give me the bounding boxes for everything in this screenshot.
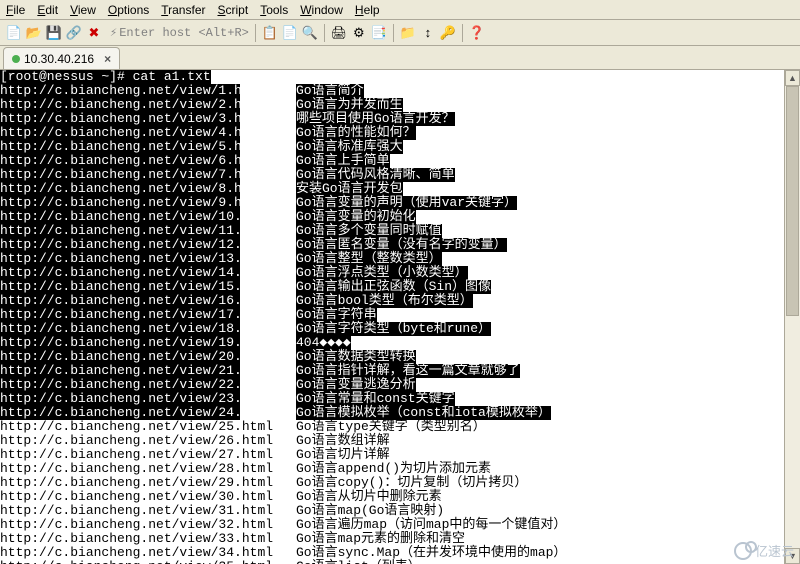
- menu-edit[interactable]: Edit: [37, 3, 58, 17]
- sessions-icon[interactable]: 📑: [371, 25, 387, 41]
- scroll-thumb[interactable]: [786, 86, 799, 316]
- terminal-line: http://c.biancheng.net/view/6.html Go语言上…: [0, 154, 800, 168]
- status-dot-icon: [12, 55, 20, 63]
- reconnect-icon[interactable]: 🔗: [66, 25, 82, 41]
- terminal-line: http://c.biancheng.net/view/10.htmlGo语言变…: [0, 210, 800, 224]
- menu-view[interactable]: View: [70, 3, 96, 17]
- save-icon[interactable]: 💾: [46, 25, 62, 41]
- terminal-line: http://c.biancheng.net/view/5.html Go语言标…: [0, 140, 800, 154]
- help-icon[interactable]: ❓: [469, 25, 485, 41]
- scroll-up-icon[interactable]: ▲: [785, 70, 800, 86]
- terminal-line: http://c.biancheng.net/view/21.htmlGo语言指…: [0, 364, 800, 378]
- properties-icon[interactable]: ⚙: [351, 25, 367, 41]
- menu-help[interactable]: Help: [355, 3, 380, 17]
- terminal-line: http://c.biancheng.net/view/4.html Go语言的…: [0, 126, 800, 140]
- terminal-line: http://c.biancheng.net/view/29.htmlGo语言c…: [0, 476, 800, 490]
- find-icon[interactable]: 🔍: [302, 25, 318, 41]
- vertical-scrollbar[interactable]: ▲ ▼: [784, 70, 800, 564]
- copy-icon[interactable]: 📋: [262, 25, 278, 41]
- tab-bar: 10.30.40.216 ×: [0, 46, 800, 70]
- menu-tools[interactable]: Tools: [260, 3, 288, 17]
- host-input[interactable]: ⚡ Enter host <Alt+R>: [110, 25, 249, 40]
- terminal-line: http://c.biancheng.net/view/17.htmlGo语言字…: [0, 308, 800, 322]
- paste-icon[interactable]: 📄: [282, 25, 298, 41]
- terminal-line: http://c.biancheng.net/view/31.htmlGo语言m…: [0, 504, 800, 518]
- terminal-line: http://c.biancheng.net/view/11.htmlGo语言多…: [0, 224, 800, 238]
- disconnect-icon[interactable]: ✖: [86, 25, 102, 41]
- terminal-line: http://c.biancheng.net/view/16.htmlGo语言b…: [0, 294, 800, 308]
- terminal-line: http://c.biancheng.net/view/12.htmlGo语言匿…: [0, 238, 800, 252]
- terminal-line: http://c.biancheng.net/view/19.html404◆◆…: [0, 336, 800, 350]
- terminal-line: http://c.biancheng.net/view/32.htmlGo语言遍…: [0, 518, 800, 532]
- terminal-line: http://c.biancheng.net/view/35.htmlGo语言l…: [0, 560, 800, 564]
- terminal-line: http://c.biancheng.net/view/27.htmlGo语言切…: [0, 448, 800, 462]
- scroll-track[interactable]: [785, 86, 800, 548]
- tab-label: 10.30.40.216: [24, 52, 94, 66]
- terminal-line: http://c.biancheng.net/view/9.html Go语言变…: [0, 196, 800, 210]
- terminal-line: http://c.biancheng.net/view/23.htmlGo语言常…: [0, 392, 800, 406]
- terminal-line: http://c.biancheng.net/view/7.html Go语言代…: [0, 168, 800, 182]
- terminal-line: http://c.biancheng.net/view/25.htmlGo语言t…: [0, 420, 800, 434]
- close-tab-icon[interactable]: ×: [104, 52, 111, 66]
- new-session-icon[interactable]: 📄: [6, 25, 22, 41]
- terminal-line: http://c.biancheng.net/view/26.htmlGo语言数…: [0, 434, 800, 448]
- menu-bar: File Edit View Options Transfer Script Tools Wi…: [0, 0, 800, 20]
- menu-options[interactable]: Options: [108, 3, 149, 17]
- folder-icon[interactable]: 📁: [400, 25, 416, 41]
- terminal-line: http://c.biancheng.net/view/20.htmlGo语言数…: [0, 350, 800, 364]
- terminal-line: http://c.biancheng.net/view/1.html Go语言简…: [0, 84, 800, 98]
- toolbar: 📄 📂 💾 🔗 ✖ ⚡ Enter host <Alt+R> 📋 📄 🔍 🖨 ⚙…: [0, 20, 800, 46]
- terminal-line: http://c.biancheng.net/view/15.htmlGo语言输…: [0, 280, 800, 294]
- menu-transfer[interactable]: Transfer: [161, 3, 205, 17]
- transfer-icon[interactable]: ↕: [420, 25, 436, 41]
- key-icon[interactable]: 🔑: [440, 25, 456, 41]
- terminal-line: http://c.biancheng.net/view/18.htmlGo语言字…: [0, 322, 800, 336]
- separator: [324, 24, 325, 42]
- terminal-line: http://c.biancheng.net/view/30.htmlGo语言从…: [0, 490, 800, 504]
- terminal-line: http://c.biancheng.net/view/22.htmlGo语言变…: [0, 378, 800, 392]
- watermark: 亿速云: [734, 541, 794, 560]
- separator: [462, 24, 463, 42]
- terminal-line: http://c.biancheng.net/view/33.htmlGo语言m…: [0, 532, 800, 546]
- menu-script[interactable]: Script: [218, 3, 249, 17]
- terminal-line: http://c.biancheng.net/view/2.html Go语言为…: [0, 98, 800, 112]
- terminal-line: http://c.biancheng.net/view/3.html 哪些项目使…: [0, 112, 800, 126]
- open-icon[interactable]: 📂: [26, 25, 42, 41]
- terminal-line: http://c.biancheng.net/view/28.htmlGo语言a…: [0, 462, 800, 476]
- print-icon[interactable]: 🖨: [331, 25, 347, 41]
- watermark-logo-icon: [734, 542, 752, 560]
- menu-file[interactable]: File: [6, 3, 25, 17]
- terminal-line: http://c.biancheng.net/view/8.html 安装Go语…: [0, 182, 800, 196]
- terminal-line: http://c.biancheng.net/view/14.htmlGo语言浮…: [0, 266, 800, 280]
- separator: [393, 24, 394, 42]
- terminal-line: http://c.biancheng.net/view/34.htmlGo语言s…: [0, 546, 800, 560]
- prompt-line: [root@nessus ~]# cat a1.txt: [0, 70, 800, 84]
- terminal[interactable]: [root@nessus ~]# cat a1.txthttp://c.bian…: [0, 70, 800, 564]
- separator: [255, 24, 256, 42]
- session-tab[interactable]: 10.30.40.216 ×: [3, 47, 120, 69]
- terminal-line: http://c.biancheng.net/view/24.htmlGo语言模…: [0, 406, 800, 420]
- menu-window[interactable]: Window: [300, 3, 343, 17]
- terminal-line: http://c.biancheng.net/view/13.htmlGo语言整…: [0, 252, 800, 266]
